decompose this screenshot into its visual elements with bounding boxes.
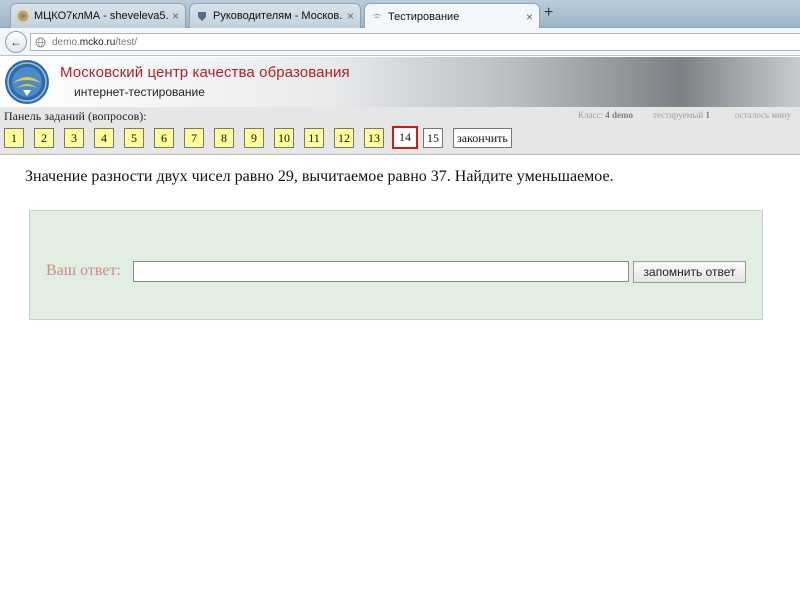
mcko-logo-icon bbox=[372, 13, 382, 18]
site-header: Московский центр качества образования ин… bbox=[0, 57, 800, 107]
question-button-13[interactable]: 13 bbox=[364, 128, 384, 148]
answer-box: Ваш ответ: запомнить ответ bbox=[29, 210, 763, 320]
arrow-left-icon: ← bbox=[10, 35, 22, 49]
close-icon[interactable]: × bbox=[172, 9, 179, 23]
close-icon[interactable]: × bbox=[526, 10, 533, 24]
time-remaining: осталось мину bbox=[735, 110, 792, 120]
question-button-3[interactable]: 3 bbox=[64, 128, 84, 148]
browser-tab-1[interactable]: МЦКО7клМА - sheveleva5... × bbox=[10, 3, 186, 28]
answer-label: Ваш ответ: bbox=[46, 262, 121, 279]
site-title: Московский центр качества образования bbox=[60, 64, 350, 81]
task-panel-label: Панель заданий (вопросов): bbox=[4, 109, 147, 123]
browser-tab-2-title: Руководителям - Москов... bbox=[213, 10, 343, 22]
crest-icon bbox=[198, 12, 206, 21]
answer-input[interactable] bbox=[133, 261, 629, 282]
question-button-9[interactable]: 9 bbox=[244, 128, 264, 148]
remember-answer-button[interactable]: запомнить ответ bbox=[633, 261, 746, 283]
browser-tab-2[interactable]: Руководителям - Москов... × bbox=[189, 3, 361, 28]
site-subtitle: интернет-тестирование bbox=[74, 85, 205, 99]
question-button-11[interactable]: 11 bbox=[304, 128, 324, 148]
globe-icon bbox=[35, 36, 46, 48]
close-icon[interactable]: × bbox=[347, 9, 354, 23]
new-tab-button[interactable]: + bbox=[544, 4, 553, 22]
task-panel: Панель заданий (вопросов): Класс: 4 demo… bbox=[0, 107, 800, 155]
question-text: Значение разности двух чисел равно 29, в… bbox=[25, 168, 614, 185]
chrome-globe-icon bbox=[17, 10, 29, 22]
browser-tab-1-title: МЦКО7клМА - sheveleva5... bbox=[34, 10, 168, 22]
question-button-4[interactable]: 4 bbox=[94, 128, 114, 148]
browser-nav-bar: ← demo. mcko.ru/test/ bbox=[0, 28, 800, 56]
question-button-8[interactable]: 8 bbox=[214, 128, 234, 148]
url-path: /test/ bbox=[115, 36, 138, 48]
address-bar[interactable]: demo. mcko.ru/test/ bbox=[30, 33, 800, 51]
browser-tab-bar: МЦКО7клМА - sheveleva5... × Руководителя… bbox=[0, 0, 800, 29]
browser-tab-3-title: Тестирование bbox=[388, 10, 460, 23]
question-button-10[interactable]: 10 bbox=[274, 128, 294, 148]
question-button-12[interactable]: 12 bbox=[334, 128, 354, 148]
question-button-5[interactable]: 5 bbox=[124, 128, 144, 148]
browser-tab-3[interactable]: Тестирование × bbox=[364, 3, 540, 29]
url-host: mcko.ru bbox=[79, 36, 116, 48]
url-prefix: demo. bbox=[52, 36, 80, 48]
question-button-15[interactable]: 15 bbox=[423, 128, 443, 148]
question-button-7[interactable]: 7 bbox=[184, 128, 204, 148]
mcko-logo bbox=[5, 60, 49, 104]
question-button-1[interactable]: 1 bbox=[4, 128, 24, 148]
tested-status: тестируемый 1 bbox=[653, 110, 710, 120]
class-status: Класс: 4 demo bbox=[578, 110, 633, 120]
question-button-2[interactable]: 2 bbox=[34, 128, 54, 148]
back-button[interactable]: ← bbox=[5, 31, 27, 53]
question-button-14-current[interactable]: 14 bbox=[392, 126, 418, 149]
question-button-6[interactable]: 6 bbox=[154, 128, 174, 148]
finish-button[interactable]: закончить bbox=[453, 128, 512, 148]
